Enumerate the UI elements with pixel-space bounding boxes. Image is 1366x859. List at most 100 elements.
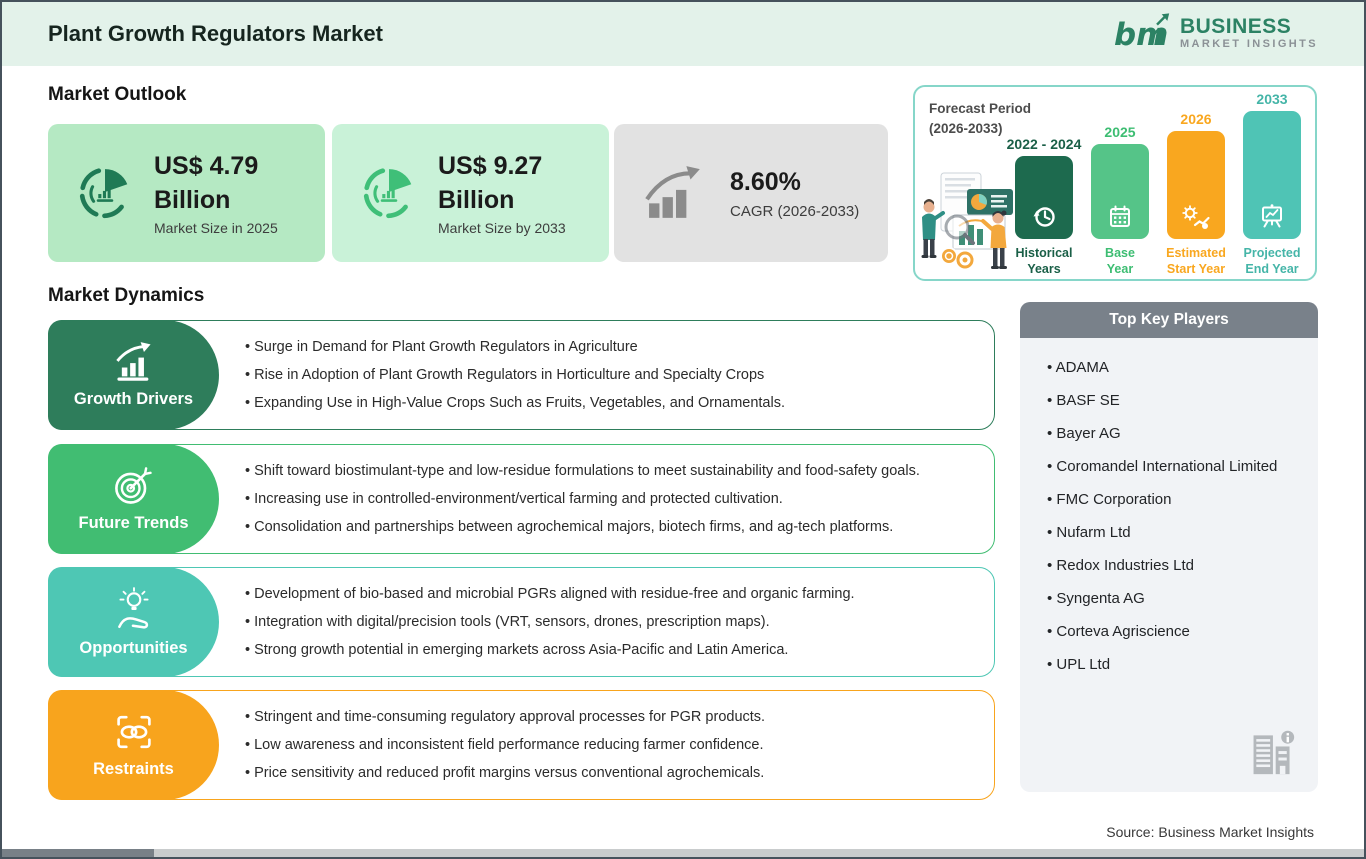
card-values: 8.60% CAGR (2026-2033) — [730, 166, 859, 220]
logo-line2: MARKET INSIGHTS — [1179, 38, 1318, 51]
historical-years-bar: 2022 - 2024 Historical Years — [1006, 91, 1082, 277]
bar — [1091, 144, 1149, 239]
bullet-item: Integration with digital/precision tools… — [245, 614, 974, 630]
bullet-item: Price sensitivity and reduced profit mar… — [245, 765, 974, 781]
growth-bars-arrow-icon — [642, 164, 710, 222]
market-size-value: US$ 4.79 — [154, 151, 259, 180]
key-player-item: BASF SE — [1047, 392, 1308, 409]
cagr-value: 8.60% — [730, 168, 801, 197]
market-size-2033-card: US$ 9.27 Billion Market Size by 2033 — [332, 124, 609, 262]
chain-link-icon — [112, 711, 156, 753]
bar-caption: Base Year — [1105, 245, 1135, 277]
gear-chart-icon — [1181, 204, 1211, 230]
infographic-page: Plant Growth Regulators Market bm ı BUSI… — [0, 0, 1366, 859]
key-player-item: Redox Industries Ltd — [1047, 557, 1308, 574]
top-key-players-panel: Top Key Players ADAMA BASF SE Bayer AG C… — [1020, 302, 1318, 792]
target-icon — [112, 465, 156, 507]
badge-label: Opportunities — [79, 639, 188, 657]
horizontal-scrollbar[interactable] — [2, 849, 1364, 857]
bar — [1167, 131, 1225, 239]
presentation-chart-icon — [1258, 203, 1286, 230]
projected-end-year-bar: 2033 Projected End Year — [1237, 91, 1307, 277]
market-size-value: US$ 9.27 — [438, 151, 543, 180]
market-outlook-heading: Market Outlook — [48, 84, 187, 105]
restraints-bullets: Stringent and time-consuming regulatory … — [245, 691, 974, 799]
bar-year-label: 2026 — [1180, 111, 1212, 127]
card-values: US$ 9.27 Billion Market Size by 2033 — [438, 150, 566, 237]
company-building-icon — [1248, 726, 1296, 778]
growth-drivers-row: Growth Drivers Surge in Demand for Plant… — [48, 320, 995, 430]
bar-caption-line2: Year — [1106, 262, 1134, 276]
badge-label: Restraints — [93, 760, 174, 778]
key-player-item: ADAMA — [1047, 359, 1308, 376]
market-dynamics-heading: Market Dynamics — [48, 285, 205, 306]
history-clock-icon — [1030, 202, 1058, 230]
key-player-item: Corteva Agriscience — [1047, 623, 1308, 640]
market-size-2025-card: US$ 4.79 Billion Market Size in 2025 — [48, 124, 325, 262]
key-player-item: Coromandel International Limited — [1047, 458, 1308, 475]
growth-chart-icon — [111, 341, 157, 383]
top-key-players-heading: Top Key Players — [1020, 302, 1318, 338]
key-player-item: Bayer AG — [1047, 425, 1308, 442]
bar-caption-line1: Estimated — [1166, 246, 1226, 260]
bullet-item: Expanding Use in High-Value Crops Such a… — [245, 395, 974, 411]
bar-caption-line2: End Year — [1245, 262, 1299, 276]
cagr-caption: CAGR (2026-2033) — [730, 202, 860, 220]
bullet-item: Stringent and time-consuming regulatory … — [245, 709, 974, 725]
bar-caption-line1: Projected — [1243, 246, 1301, 260]
calendar-icon — [1107, 203, 1134, 230]
card-values: US$ 4.79 Billion Market Size in 2025 — [154, 150, 278, 237]
bar-caption-line1: Base — [1105, 246, 1135, 260]
bullet-item: Surge in Demand for Plant Growth Regulat… — [245, 339, 974, 355]
badge-label: Growth Drivers — [73, 390, 194, 408]
badge-label: Future Trends — [78, 514, 189, 532]
header-bar: Plant Growth Regulators Market bm ı BUSI… — [2, 2, 1364, 66]
bmi-logo: bm ı BUSINESS MARKET INSIGHTS — [1114, 12, 1318, 54]
bar — [1015, 156, 1073, 239]
bar — [1243, 111, 1301, 239]
page-title: Plant Growth Regulators Market — [48, 21, 383, 46]
bar-caption: Historical Years — [1016, 245, 1073, 277]
bar-caption: Projected End Year — [1244, 245, 1301, 277]
logo-line1: BUSINESS — [1179, 14, 1292, 38]
donut-chart-icon — [76, 164, 134, 222]
bar-caption: Estimated Start Year — [1166, 245, 1226, 277]
key-player-item: Syngenta AG — [1047, 590, 1308, 607]
market-size-unit: Billion — [154, 185, 231, 214]
logo-text: BUSINESS MARKET INSIGHTS — [1179, 14, 1318, 51]
bar-caption-line1: Historical — [1015, 246, 1073, 260]
bar-year-label: 2025 — [1104, 124, 1136, 140]
market-size-unit: Billion — [438, 185, 515, 214]
donut-chart-icon — [360, 164, 418, 222]
scrollbar-thumb[interactable] — [2, 849, 154, 857]
bullet-item: Low awareness and inconsistent field per… — [245, 737, 974, 753]
bullet-item: Shift toward biostimulant-type and low-r… — [245, 463, 974, 479]
bullet-item: Consolidation and partnerships between a… — [245, 519, 974, 535]
future-trends-badge: Future Trends — [48, 444, 219, 554]
bullet-item: Strong growth potential in emerging mark… — [245, 642, 974, 658]
growth-drivers-bullets: Surge in Demand for Plant Growth Regulat… — [245, 321, 974, 429]
key-player-item: FMC Corporation — [1047, 491, 1308, 508]
cagr-card: 8.60% CAGR (2026-2033) — [614, 124, 888, 262]
opportunities-row: Opportunities Development of bio-based a… — [48, 567, 995, 677]
bar-caption-line2: Years — [1027, 262, 1061, 276]
restraints-badge: Restraints — [48, 690, 219, 800]
market-size-caption: Market Size by 2033 — [438, 220, 566, 237]
estimated-start-year-bar: 2026 Estimated Start Year — [1161, 91, 1231, 277]
bar-year-label: 2033 — [1256, 91, 1288, 107]
key-players-list: ADAMA BASF SE Bayer AG Coromandel Intern… — [1020, 338, 1318, 673]
market-size-caption: Market Size in 2025 — [154, 220, 278, 237]
opportunities-bullets: Development of bio-based and microbial P… — [245, 568, 974, 676]
opportunities-badge: Opportunities — [48, 567, 219, 677]
future-trends-bullets: Shift toward biostimulant-type and low-r… — [245, 445, 974, 553]
restraints-row: Restraints Stringent and time-consuming … — [48, 690, 995, 800]
future-trends-row: Future Trends Shift toward biostimulant-… — [48, 444, 995, 554]
forecast-bars: 2022 - 2024 Historical Years 2025 Base Y… — [1006, 91, 1309, 277]
growth-drivers-badge: Growth Drivers — [48, 320, 219, 430]
bar-caption-line2: Start Year — [1166, 262, 1226, 276]
bar-year-label: 2022 - 2024 — [1006, 136, 1082, 152]
forecast-period-panel: Forecast Period (2026-2033) 2022 - 2024 … — [913, 85, 1317, 281]
bullet-item: Rise in Adoption of Plant Growth Regulat… — [245, 367, 974, 383]
key-player-item: UPL Ltd — [1047, 656, 1308, 673]
bullet-item: Development of bio-based and microbial P… — [245, 586, 974, 602]
